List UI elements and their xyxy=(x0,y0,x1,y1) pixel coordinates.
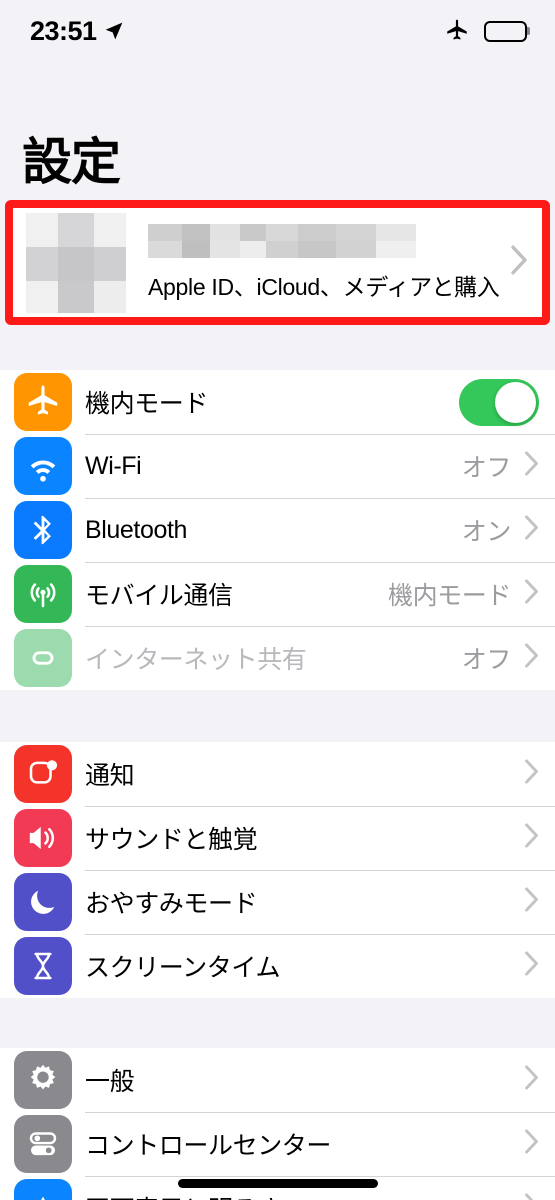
settings-row-notifications[interactable]: 通知 xyxy=(0,742,555,806)
settings-row-label: モバイル通信 xyxy=(85,582,233,610)
speaker-waves-icon xyxy=(14,809,72,867)
chevron-right-icon xyxy=(524,579,539,609)
settings-row-sounds-haptics[interactable]: サウンドと触覚 xyxy=(0,806,555,870)
bluetooth-icon xyxy=(14,501,72,559)
battery-full-icon xyxy=(484,20,530,42)
settings-row-accessory xyxy=(511,951,539,981)
wifi-icon xyxy=(14,437,72,495)
chevron-right-icon xyxy=(524,823,539,853)
settings-row-value: オフ xyxy=(461,454,512,482)
settings-row-value: オン xyxy=(461,518,512,546)
settings-screen: 23:51 設定 Apple ID、iCloud、メディアと購入 機内モード W… xyxy=(0,0,555,1200)
chevron-right-icon xyxy=(524,951,539,981)
display-brightness-icon xyxy=(14,1179,72,1200)
settings-row-label: 機内モード xyxy=(85,390,209,418)
settings-row-label: サウンドと触覚 xyxy=(85,826,258,854)
settings-row-label: 通知 xyxy=(85,762,135,790)
status-bar-right xyxy=(444,18,530,44)
notification-badge-icon xyxy=(14,745,72,803)
chevron-right-icon xyxy=(524,1065,539,1095)
status-bar-clock: 23:51 xyxy=(30,15,97,46)
settings-row-label: Wi-Fi xyxy=(85,451,142,480)
gear-icon xyxy=(14,1051,72,1109)
moon-icon xyxy=(14,873,72,931)
settings-row-accessory xyxy=(459,378,539,426)
settings-row-accessory xyxy=(511,759,539,789)
chevron-right-icon xyxy=(524,1129,539,1159)
settings-row-value: オフ xyxy=(461,646,512,674)
settings-row-accessory xyxy=(511,823,539,853)
apple-id-subtitle: Apple ID、iCloud、メディアと購入 xyxy=(148,273,500,300)
settings-row-label: インターネット共有 xyxy=(85,646,307,674)
settings-group-system: 一般 コントロールセンター xyxy=(0,1048,555,1200)
settings-row-accessory xyxy=(511,1193,539,1200)
chevron-right-icon xyxy=(524,1193,539,1200)
location-arrow-icon xyxy=(104,21,124,41)
avatar xyxy=(26,212,126,313)
status-bar: 23:51 xyxy=(0,0,555,62)
settings-row-accessory: オフ xyxy=(462,448,539,484)
airplane-mode-toggle[interactable] xyxy=(459,378,539,426)
apple-id-highlight-annotation: Apple ID、iCloud、メディアと購入 xyxy=(5,200,550,325)
settings-row-do-not-disturb[interactable]: おやすみモード xyxy=(0,870,555,934)
settings-row-bluetooth[interactable]: Bluetooth オン xyxy=(0,498,555,562)
chevron-right-icon xyxy=(524,759,539,789)
airplane-icon xyxy=(444,18,470,44)
airplane-icon xyxy=(14,373,72,431)
settings-row-accessory xyxy=(511,1065,539,1095)
settings-row-airplane-mode[interactable]: 機内モード xyxy=(0,370,555,434)
settings-row-accessory xyxy=(511,887,539,917)
page-title: 設定 xyxy=(22,134,121,190)
home-indicator[interactable] xyxy=(177,1179,378,1188)
apple-id-name-redacted xyxy=(148,223,416,258)
apple-id-row[interactable]: Apple ID、iCloud、メディアと購入 xyxy=(13,208,542,317)
cellular-antenna-icon xyxy=(14,565,72,623)
settings-row-value: 機内モード xyxy=(387,582,511,610)
hotspot-link-icon xyxy=(14,629,72,687)
settings-row-label: おやすみモード xyxy=(85,890,258,918)
chevron-right-icon xyxy=(510,245,528,280)
chevron-right-icon xyxy=(524,887,539,917)
settings-row-accessory: オフ xyxy=(462,640,539,676)
settings-row-accessory: オン xyxy=(462,512,539,548)
settings-row-accessory: 機内モード xyxy=(388,576,539,612)
hourglass-icon xyxy=(14,937,72,995)
apple-id-text: Apple ID、iCloud、メディアと購入 xyxy=(148,223,504,302)
settings-row-control-center[interactable]: コントロールセンター xyxy=(0,1112,555,1176)
settings-row-personal-hotspot[interactable]: インターネット共有 オフ xyxy=(0,626,555,690)
settings-row-label: 画面表示と明るさ xyxy=(85,1190,282,1200)
settings-group-notifications: 通知 サウンドと触覚 おやすみモード スクリーンタイム xyxy=(0,742,555,998)
chevron-right-icon xyxy=(524,515,539,545)
settings-row-label: Bluetooth xyxy=(85,515,188,544)
settings-group-connectivity: 機内モード Wi-Fi オフ Bluetooth オン モバイル通信 機内モード… xyxy=(0,370,555,690)
settings-row-label: コントロールセンター xyxy=(85,1132,332,1160)
settings-row-label: 一般 xyxy=(85,1068,135,1096)
control-center-icon xyxy=(14,1115,72,1173)
chevron-right-icon xyxy=(524,643,539,673)
settings-row-general[interactable]: 一般 xyxy=(0,1048,555,1112)
chevron-right-icon xyxy=(524,451,539,481)
settings-row-cellular[interactable]: モバイル通信 機内モード xyxy=(0,562,555,626)
status-bar-left: 23:51 xyxy=(30,16,124,47)
settings-row-wifi[interactable]: Wi-Fi オフ xyxy=(0,434,555,498)
settings-row-screen-time[interactable]: スクリーンタイム xyxy=(0,934,555,998)
settings-row-accessory xyxy=(511,1129,539,1159)
settings-row-label: スクリーンタイム xyxy=(85,954,281,982)
